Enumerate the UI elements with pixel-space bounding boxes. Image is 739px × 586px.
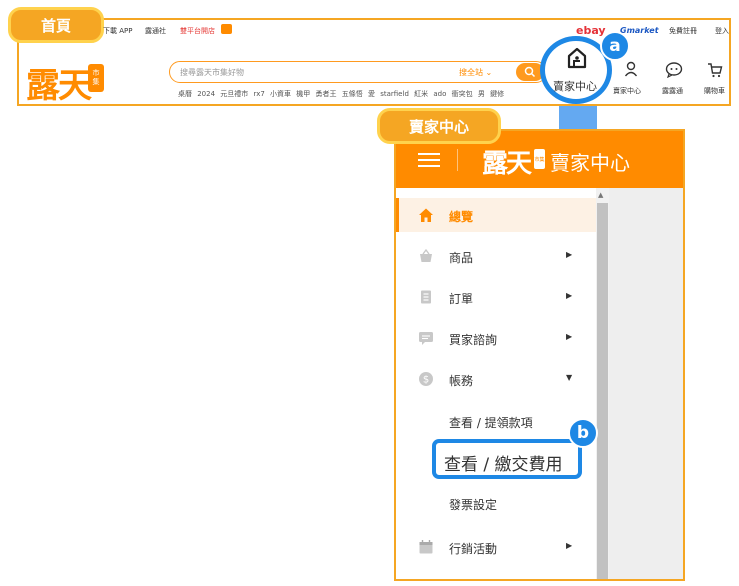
content-area bbox=[609, 188, 683, 579]
gmarket-logo[interactable]: Gmarket bbox=[620, 26, 659, 35]
cart-icon[interactable] bbox=[707, 62, 723, 78]
hot-keyword-link[interactable]: 桌曆 2024 bbox=[178, 90, 215, 98]
submenu-invoice-settings[interactable]: 發票設定 bbox=[449, 496, 497, 513]
money-icon: $ bbox=[419, 372, 433, 386]
search-input[interactable]: 搜尋露天市集好物 bbox=[180, 67, 244, 78]
topbar-promo-link[interactable]: 雙平台開店 bbox=[180, 26, 215, 36]
user-icon-label: 賣家中心 bbox=[613, 87, 641, 95]
active-indicator bbox=[396, 198, 399, 232]
ebay-logo[interactable]: ebay bbox=[576, 24, 606, 37]
search-bar[interactable]: 搜尋露天市集好物 搜全站 ⌄ bbox=[169, 61, 547, 83]
sidebar-menu: 總覽 商品 ▶ 訂單 ▶ 買家諮詢 ▶ $ 帳務 ▼ 查看 / 提領款項 發票設… bbox=[396, 188, 596, 579]
home-icon bbox=[419, 208, 433, 222]
scroll-up-icon[interactable]: ▲ bbox=[598, 191, 603, 199]
panel-logo-seal: 市集 bbox=[534, 149, 545, 169]
ruten-logo-seal: 市 集 bbox=[88, 64, 104, 92]
search-scope-select[interactable]: 搜全站 ⌄ bbox=[459, 67, 492, 78]
login-link[interactable]: 登入 bbox=[715, 26, 729, 36]
hot-keyword-link[interactable]: 機甲 勇者王 bbox=[296, 90, 336, 98]
sidebar-item-overview[interactable]: 總覽 bbox=[396, 198, 596, 232]
caret-right-icon: ▶ bbox=[566, 291, 573, 300]
submenu-view-withdraw[interactable]: 查看 / 提領款項 bbox=[449, 414, 533, 431]
hot-keyword-link[interactable]: starfield bbox=[380, 90, 409, 98]
hot-keywords: 桌曆 2024 元旦禮市 rx7 小資車 機甲 勇者王 五條悟 愛 starfi… bbox=[178, 89, 504, 99]
sidebar-item-label: 行銷活動 bbox=[449, 542, 498, 556]
message-icon bbox=[419, 332, 433, 345]
promo-badge-icon bbox=[221, 24, 232, 34]
calendar-icon bbox=[419, 540, 433, 554]
sidebar-item-accounting[interactable]: $ 帳務 ▼ bbox=[396, 362, 596, 396]
hot-keyword-link[interactable]: ado bbox=[433, 90, 446, 98]
tag-home-label: 首頁 bbox=[8, 7, 104, 43]
sidebar-item-label: 商品 bbox=[449, 251, 474, 265]
seller-center-icon[interactable] bbox=[566, 46, 588, 70]
logo-seal-char: 集 bbox=[92, 78, 100, 86]
scrollbar-thumb[interactable] bbox=[597, 203, 608, 579]
cart-icon-label: 購物車 bbox=[704, 87, 725, 95]
hot-keyword-link[interactable]: 紅米 bbox=[414, 90, 428, 98]
ruten-logo[interactable]: 露天 bbox=[26, 58, 92, 107]
hot-keyword-link[interactable]: 衝突包 男 bbox=[452, 90, 485, 98]
badge-a: a bbox=[600, 31, 630, 61]
panel-title: 賣家中心 bbox=[550, 151, 630, 175]
caret-right-icon: ▶ bbox=[566, 541, 573, 550]
seller-center-label: 賣家中心 bbox=[553, 80, 597, 93]
hot-keyword-link[interactable]: 元旦禮市 bbox=[220, 90, 248, 98]
hot-keyword-link[interactable]: 五條悟 愛 bbox=[342, 90, 375, 98]
chevron-down-icon: ⌄ bbox=[485, 68, 493, 77]
hamburger-menu-icon[interactable] bbox=[418, 153, 440, 167]
badge-b: b bbox=[568, 418, 598, 448]
sidebar-item-label: 買家諮詢 bbox=[449, 333, 498, 347]
user-icon[interactable] bbox=[624, 61, 638, 77]
hot-keyword-link[interactable]: 鍵修 bbox=[490, 90, 504, 98]
tag-seller-center-label: 賣家中心 bbox=[377, 108, 501, 144]
svg-text:$: $ bbox=[423, 375, 429, 386]
basket-icon bbox=[420, 248, 432, 262]
header-divider bbox=[457, 149, 458, 171]
sidebar-item-label: 總覽 bbox=[449, 210, 474, 224]
register-link[interactable]: 免費註冊 bbox=[669, 26, 697, 36]
hot-keyword-link[interactable]: 小資車 bbox=[270, 90, 291, 98]
sidebar-item-orders[interactable]: 訂單 ▶ bbox=[396, 280, 596, 314]
hot-keyword-link[interactable]: rx7 bbox=[254, 90, 265, 98]
sidebar-item-label: 訂單 bbox=[449, 292, 474, 306]
caret-down-icon: ▼ bbox=[566, 373, 573, 382]
sidebar-item-products[interactable]: 商品 ▶ bbox=[396, 239, 596, 273]
chat-icon[interactable] bbox=[665, 62, 683, 78]
sidebar-item-marketing[interactable]: 行銷活動 ▶ bbox=[396, 530, 596, 564]
topbar-link-community[interactable]: 露通社 bbox=[145, 26, 166, 36]
seller-center-panel: 露天 市集 賣家中心 總覽 商品 ▶ 訂單 ▶ 買家諮詢 ▶ $ 帳務 ▼ 查看… bbox=[394, 129, 685, 581]
submenu-view-pay-fees[interactable]: 查看 / 繳交費用 bbox=[444, 450, 563, 475]
chat-icon-label: 露露通 bbox=[662, 87, 683, 95]
caret-right-icon: ▶ bbox=[566, 250, 573, 259]
search-scope-label: 搜全站 bbox=[459, 68, 483, 77]
topbar-link-app[interactable]: 下載 APP bbox=[103, 26, 132, 36]
search-icon bbox=[524, 66, 536, 78]
sidebar-item-label: 帳務 bbox=[449, 374, 474, 388]
panel-logo[interactable]: 露天 bbox=[482, 143, 532, 180]
logo-seal-char: 市 bbox=[92, 69, 100, 77]
caret-right-icon: ▶ bbox=[566, 332, 573, 341]
order-icon bbox=[421, 290, 431, 304]
sidebar-item-buyer-inquiry[interactable]: 買家諮詢 ▶ bbox=[396, 321, 596, 355]
